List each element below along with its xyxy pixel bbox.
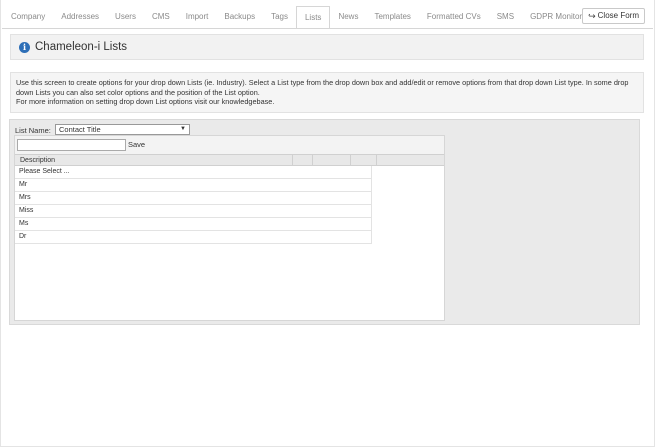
- column-separator: [292, 155, 293, 165]
- tab-templates[interactable]: Templates: [366, 6, 418, 28]
- list-panel: List Name: Contact Title ▼ Save Descript…: [9, 119, 640, 325]
- grid-toolbar: Save: [15, 136, 444, 154]
- tab-lists[interactable]: Lists: [295, 6, 331, 29]
- table-row[interactable]: Mr: [15, 179, 372, 192]
- list-name-select[interactable]: Contact Title ▼: [55, 124, 190, 135]
- tab-underline: [2, 28, 653, 29]
- column-header-description[interactable]: Description: [20, 157, 55, 164]
- tab-gdpr-monitor[interactable]: GDPR Monitor: [522, 6, 590, 28]
- save-button[interactable]: Save: [128, 140, 145, 149]
- table-row[interactable]: Please Select ...: [15, 166, 372, 179]
- close-form-label: Close Form: [597, 11, 639, 20]
- list-name-value: Contact Title: [59, 125, 101, 134]
- close-form-button[interactable]: ↪ Close Form: [582, 8, 645, 24]
- tab-sms[interactable]: SMS: [489, 6, 522, 28]
- table-row[interactable]: Miss: [15, 205, 372, 218]
- page-header: i Chameleon-i Lists: [10, 34, 644, 60]
- sign-out-icon: ↪: [588, 11, 596, 21]
- grid-rows: Please Select ... Mr Mrs Miss Ms Dr: [15, 166, 372, 244]
- info-box: Use this screen to create options for yo…: [10, 72, 644, 113]
- tab-cms[interactable]: CMS: [144, 6, 178, 28]
- page-title: Chameleon-i Lists: [35, 41, 128, 53]
- grid-header: Description: [15, 154, 444, 166]
- tab-formatted-cvs[interactable]: Formatted CVs: [419, 6, 489, 28]
- table-row[interactable]: Dr: [15, 231, 372, 244]
- tab-bar: Company Addresses Users CMS Import Backu…: [3, 6, 590, 29]
- list-name-label: List Name:: [15, 126, 51, 135]
- table-row[interactable]: Ms: [15, 218, 372, 231]
- info-link-text: For more information on setting drop dow…: [16, 97, 275, 107]
- table-row[interactable]: Mrs: [15, 192, 372, 205]
- info-text: Use this screen to create options for yo…: [16, 78, 629, 97]
- tab-company[interactable]: Company: [3, 6, 53, 28]
- info-icon: i: [19, 41, 30, 53]
- list-grid-panel: Save Description Please Select ... Mr Mr…: [14, 135, 445, 321]
- tab-import[interactable]: Import: [178, 6, 217, 28]
- chevron-down-icon: ▼: [180, 126, 186, 132]
- new-option-input[interactable]: [17, 139, 126, 151]
- tab-tags[interactable]: Tags: [263, 6, 296, 28]
- column-separator: [376, 155, 377, 165]
- tab-backups[interactable]: Backups: [216, 6, 263, 28]
- column-separator: [312, 155, 313, 165]
- column-separator: [350, 155, 351, 165]
- tab-news[interactable]: News: [330, 6, 366, 28]
- tab-users[interactable]: Users: [107, 6, 144, 28]
- tab-addresses[interactable]: Addresses: [53, 6, 107, 28]
